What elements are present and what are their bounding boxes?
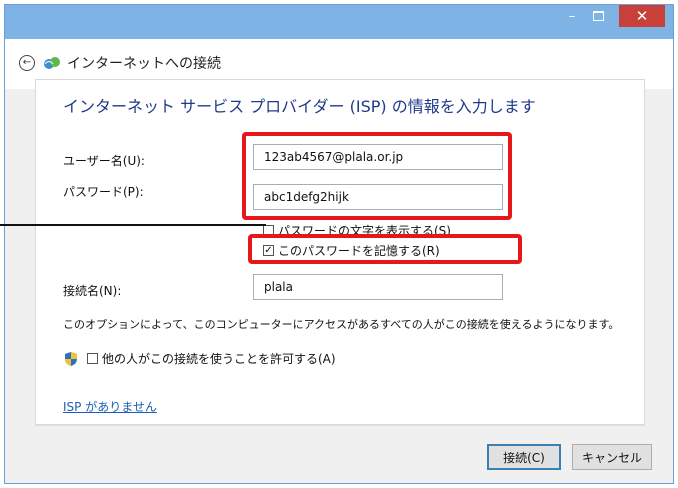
callout-line [0,224,266,226]
username-label: ユーザー名(U): [63,154,145,168]
minimize-icon: – [568,8,576,24]
connection-window: – ✕ ← インターネットへの接続 インターネット サービス プロバイダー (I… [4,4,674,484]
page-title: インターネットへの接続 [67,56,221,72]
connection-name-input[interactable] [253,274,503,300]
allow-others-label: 他の人がこの接続を使うことを許可する(A) [102,352,336,366]
maximize-icon [592,11,604,21]
title-bar[interactable]: – ✕ [5,5,673,39]
uac-shield-icon [65,351,77,366]
highlight-remember-box [248,234,522,264]
maximize-button[interactable] [585,5,611,27]
connect-button[interactable]: 接続(C) [487,444,561,470]
form-panel: インターネット サービス プロバイダー (ISP) の情報を入力します ユーザー… [35,79,645,425]
close-button[interactable]: ✕ [619,5,665,27]
allow-others-checkbox[interactable] [87,353,98,364]
connection-name-label: 接続名(N): [63,284,122,298]
password-label: パスワード(P): [63,185,144,199]
button-bar: 接続(C) キャンセル [35,425,652,482]
back-arrow-icon: ← [22,57,32,68]
main-heading: インターネット サービス プロバイダー (ISP) の情報を入力します [63,97,536,116]
highlight-credentials-box [242,132,512,220]
minimize-button[interactable]: – [559,5,585,27]
allow-others-option[interactable]: 他の人がこの接続を使うことを許可する(A) [63,350,336,367]
no-isp-link[interactable]: ISP がありません [63,398,157,415]
sharing-info-text: このオプションによって、このコンピューターにアクセスがあるすべての人がこの接続を… [63,318,620,331]
cancel-button[interactable]: キャンセル [572,444,652,470]
network-globe-icon [44,57,60,69]
close-icon: ✕ [635,7,649,25]
back-button[interactable]: ← [19,55,35,71]
